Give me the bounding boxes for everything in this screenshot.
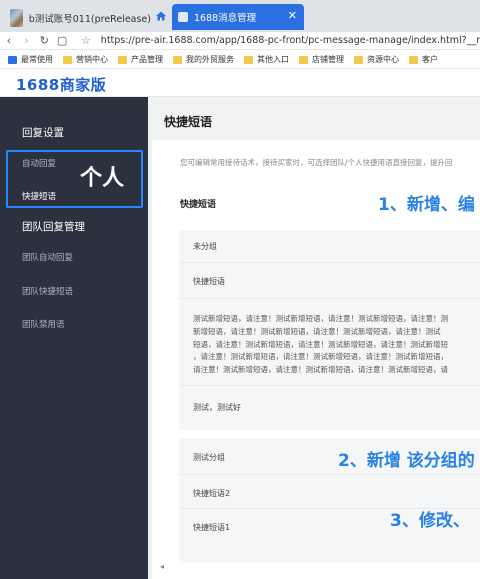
bookmark-label: 其他入口 (257, 55, 289, 64)
home-tab-button[interactable] (152, 6, 170, 26)
tab-favicon-icon (178, 12, 188, 22)
bookmark-item[interactable]: 资源中心 (354, 54, 399, 65)
folder-icon (354, 55, 363, 64)
scroll-left-icon[interactable]: ◂ (160, 562, 164, 571)
folder-icon (118, 55, 127, 64)
annotation-add-edit: 1、新增、编 (378, 195, 475, 215)
bookmark-item[interactable]: 产品管理 (118, 54, 163, 65)
divider (179, 298, 480, 299)
app-header: 1688商家版 (0, 70, 480, 97)
phrase-text-line: ，请注意！测试新增短语，请注意！测试新增短语，请注意！测试新增短语， (193, 352, 448, 362)
page-description: 您可编辑常用接待话术，接待买家时，可选择团队/个人快捷用语直接回复，提升回 (180, 158, 453, 167)
phrase-text-line: 短语，请注意！测试新增短语，请注意！测试新增短语，请注意！测试新增短 (193, 339, 448, 349)
phrase-text-line: 测试新增短语，请注意！测试新增短语，请注意！测试新增短语，请注意！测 (193, 314, 448, 323)
folder-icon (63, 55, 72, 64)
bookmark-label: 营销中心 (76, 55, 108, 64)
bookmark-label: 客户 (422, 55, 438, 64)
app-logo[interactable]: 1688商家版 (16, 74, 106, 95)
divider (179, 474, 480, 475)
phrase-item[interactable]: 快捷短语2 (193, 488, 230, 499)
bookmark-label: 产品管理 (131, 55, 163, 64)
browser-tab-message-manage[interactable]: 1688消息管理 ✕ (172, 4, 304, 30)
forward-icon[interactable]: › (18, 34, 36, 47)
group-name[interactable]: 测试分组 (193, 452, 225, 463)
tab-title: 1688消息管理 (194, 13, 257, 24)
folder-icon (299, 55, 308, 64)
sidebar-item-team-auto-reply[interactable]: 团队自动回复 (22, 251, 73, 263)
close-tab-icon[interactable]: ✕ (288, 9, 297, 22)
browser-tab-account[interactable]: b测试账号011(preRelease) (6, 3, 151, 32)
folder-icon (173, 55, 182, 64)
address-bar: ‹ › ↻ ▢ ☆ https://pre-air.1688.com/app/1… (0, 32, 480, 50)
url-field[interactable]: https://pre-air.1688.com/app/1688-pc-fro… (101, 35, 480, 46)
bookmark-item[interactable]: 客户 (409, 54, 438, 65)
sidebar-item-team-quick-phrases[interactable]: 团队快捷短语 (22, 285, 73, 297)
bookmark-item[interactable]: 店铺管理 (299, 54, 344, 65)
bookmark-star-icon[interactable]: ☆ (81, 34, 95, 47)
bookmark-item[interactable]: 其他入口 (244, 54, 289, 65)
bookmarks-bar: 最常使用 营销中心 产品管理 我的外贸服务 其他入口 店铺管理 资源中心 客户 (0, 51, 480, 69)
phrase-item[interactable]: 快捷短语 (193, 276, 225, 287)
annotation-add-group-phrase: 2、新增 该分组的 (338, 451, 475, 471)
folder-icon (409, 55, 418, 64)
reload-icon[interactable]: ↻ (36, 34, 54, 47)
divider (179, 262, 480, 263)
apps-icon (8, 55, 17, 64)
bookmark-item[interactable]: 营销中心 (63, 54, 108, 65)
group-name[interactable]: 未分组 (193, 241, 217, 252)
sidebar-item-team-banned-words[interactable]: 团队禁用语 (22, 318, 65, 330)
sidebar-group-team-reply: 团队回复管理 (22, 221, 85, 233)
phrase-item-long-text[interactable]: 测试新增短语，请注意！测试新增短语，请注意！测试新增短语，请注意！测 新增短语，… (193, 313, 480, 377)
page-title: 快捷短语 (164, 115, 213, 129)
bookmark-item[interactable]: 最常使用 (0, 54, 53, 65)
phrase-text-line: 请注意！测试新增短语，请注意！测试新增短语，请注意！测试新增短语，请 (193, 365, 448, 375)
page-info-icon[interactable]: ▢ (53, 34, 71, 47)
folder-icon (244, 55, 253, 64)
bookmark-label: 资源中心 (367, 55, 399, 64)
annotation-personal-label: 个人 (80, 166, 125, 191)
bookmark-label: 最常使用 (21, 55, 53, 64)
divider (179, 385, 480, 386)
bookmark-item[interactable]: 我的外贸服务 (173, 54, 234, 65)
bookmark-label: 店铺管理 (312, 55, 344, 64)
home-icon (156, 11, 166, 21)
phrase-text-line: 新增短语，请注意！测试新增短语，请注意！测试新增短语，请注意！测试 (193, 326, 441, 336)
section-title: 快捷短语 (180, 200, 217, 210)
phrase-item[interactable]: 快捷短语1 (193, 522, 230, 533)
tab-title: b测试账号011(preRelease) (28, 13, 151, 25)
sidebar-group-reply-settings: 回复设置 (22, 127, 64, 139)
phrase-item[interactable]: 测试，测试好 (193, 402, 241, 413)
bookmark-label: 我的外贸服务 (186, 55, 234, 64)
annotation-modify: 3、修改、 (390, 511, 470, 531)
back-icon[interactable]: ‹ (0, 34, 18, 47)
browser-tab-strip: b测试账号011(preRelease) 1688消息管理 ✕ (0, 0, 480, 32)
tab-favicon-image (10, 8, 23, 27)
